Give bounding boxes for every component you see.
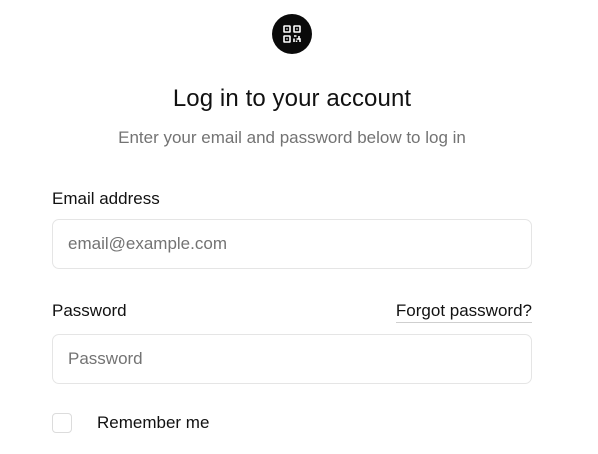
forgot-password-link[interactable]: Forgot password? — [395, 301, 532, 323]
app-logo — [272, 14, 312, 54]
password-label: Password — [52, 301, 127, 320]
remember-me-label[interactable]: Remember me — [97, 413, 209, 433]
login-page: Log in to your account Enter your email … — [0, 0, 598, 454]
password-field[interactable] — [52, 334, 532, 384]
page-subtitle: Enter your email and password below to l… — [118, 128, 466, 147]
email-label: Email address — [52, 189, 160, 208]
remember-me-checkbox[interactable] — [52, 413, 72, 433]
page-title: Log in to your account — [172, 85, 412, 112]
qr-code-icon — [283, 25, 301, 43]
email-field[interactable] — [52, 219, 532, 269]
